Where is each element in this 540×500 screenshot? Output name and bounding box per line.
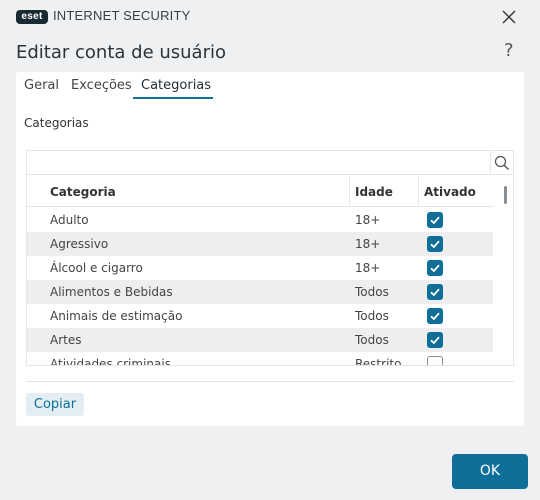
table-row[interactable]: Agressivo 18+ <box>27 232 493 256</box>
category-name: Animais de estimação <box>50 309 183 323</box>
table-body: Adulto 18+ Agressivo 18+ Álcool e cigarro 18+… <box>27 208 493 366</box>
search-input[interactable] <box>27 151 513 175</box>
dialog-title: Editar conta de usuário <box>16 42 226 63</box>
enabled-checkbox[interactable] <box>427 308 443 324</box>
tab-excecoes[interactable]: Exceções <box>71 78 132 100</box>
column-header-ativado[interactable]: Ativado <box>424 185 476 199</box>
dialog-panel: Geral Exceções Categorias Categorias Cat… <box>16 72 524 426</box>
categories-table: Categoria Idade Ativado Adulto 18+ Agressi… <box>26 150 514 366</box>
enabled-checkbox[interactable] <box>427 332 443 348</box>
column-header-categoria[interactable]: Categoria <box>50 185 116 199</box>
help-icon[interactable]: ? <box>504 40 514 61</box>
check-icon <box>430 216 440 225</box>
title-bar: eset INTERNET SECURITY <box>0 0 540 34</box>
category-age: 18+ <box>355 213 381 227</box>
enabled-checkbox[interactable] <box>427 236 443 252</box>
table-row[interactable]: Artes Todos <box>27 328 493 352</box>
table-row[interactable]: Adulto 18+ <box>27 208 493 232</box>
check-icon <box>430 288 440 297</box>
close-icon[interactable] <box>498 6 520 28</box>
category-age: Todos <box>355 309 389 323</box>
category-age: 18+ <box>355 261 381 275</box>
product-name: INTERNET SECURITY <box>53 8 191 23</box>
category-age: Todos <box>355 333 389 347</box>
ok-button[interactable]: OK <box>452 454 528 489</box>
category-name: Adulto <box>50 213 89 227</box>
category-name: Alimentos e Bebidas <box>50 285 173 299</box>
enabled-checkbox[interactable] <box>427 260 443 276</box>
check-icon <box>430 240 440 249</box>
category-name: Artes <box>50 333 82 347</box>
table-row[interactable]: Alimentos e Bebidas Todos <box>27 280 493 304</box>
check-icon <box>430 264 440 273</box>
divider <box>26 381 514 382</box>
table-row[interactable]: Álcool e cigarro 18+ <box>27 256 493 280</box>
category-name: Agressivo <box>50 237 109 251</box>
check-icon <box>430 312 440 321</box>
search-divider <box>490 151 491 175</box>
enabled-checkbox[interactable] <box>427 212 443 228</box>
category-name: Álcool e cigarro <box>50 261 143 275</box>
column-divider[interactable] <box>418 176 419 207</box>
column-header-idade[interactable]: Idade <box>355 185 393 199</box>
table-header: Categoria Idade Ativado <box>27 176 493 207</box>
eset-logo: eset <box>16 10 48 24</box>
vertical-scrollbar[interactable] <box>499 176 513 365</box>
enabled-checkbox[interactable] <box>427 356 443 365</box>
column-divider[interactable] <box>349 176 350 207</box>
section-label: Categorias <box>24 116 89 130</box>
category-age: 18+ <box>355 237 381 251</box>
category-name: Atividades criminais <box>50 357 171 366</box>
scrollbar-thumb[interactable] <box>504 186 507 204</box>
enabled-checkbox[interactable] <box>427 284 443 300</box>
check-icon <box>430 336 440 345</box>
tab-geral[interactable]: Geral <box>24 78 59 100</box>
active-tab-indicator <box>133 97 213 99</box>
table-row[interactable]: Animais de estimação Todos <box>27 304 493 328</box>
search-icon[interactable] <box>493 154 511 172</box>
copy-button[interactable]: Copiar <box>26 393 84 416</box>
category-age: Todos <box>355 285 389 299</box>
table-row[interactable]: Atividades criminais Restrito <box>27 352 493 366</box>
category-age: Restrito <box>355 357 402 366</box>
